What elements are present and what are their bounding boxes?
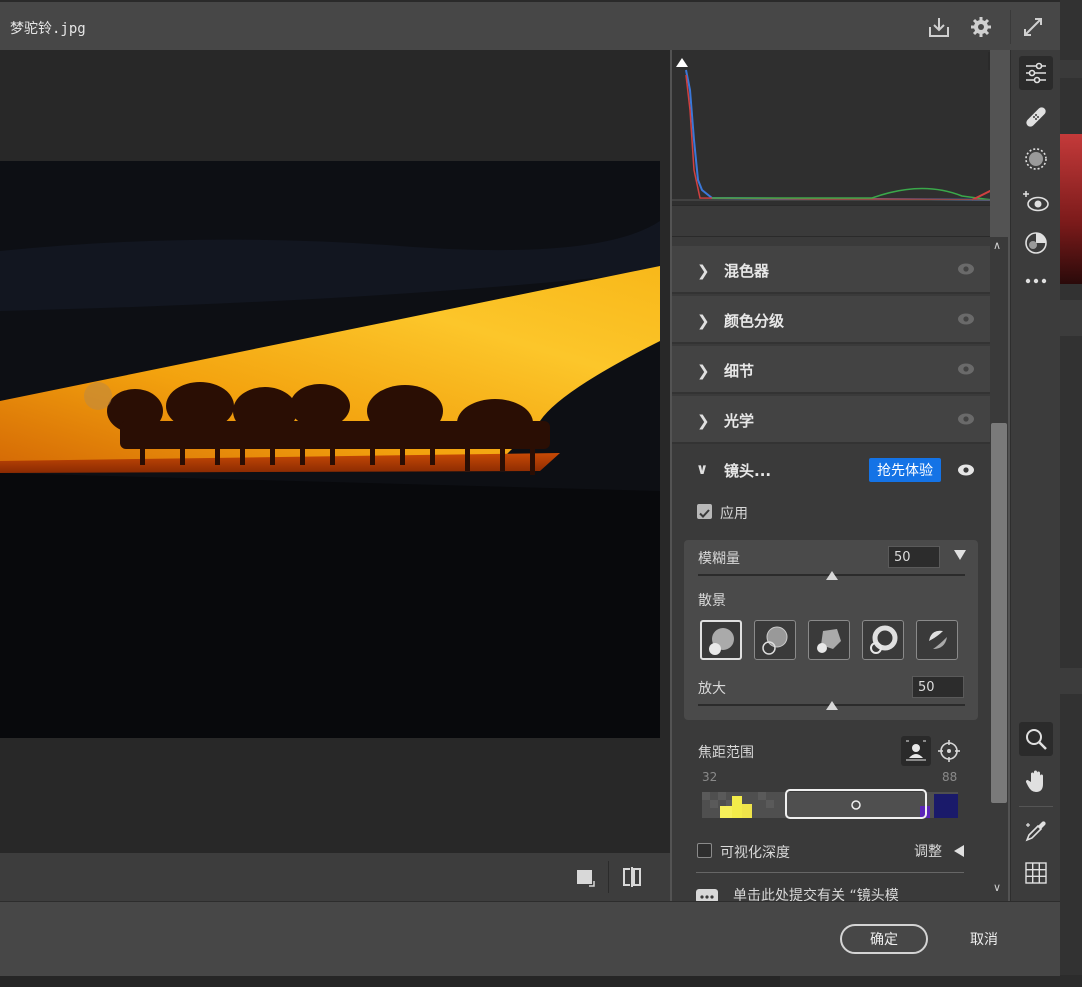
histogram xyxy=(672,50,990,205)
save-icon[interactable] xyxy=(926,14,952,40)
tools-separator xyxy=(1019,806,1053,807)
section-label: 光学 xyxy=(724,412,755,430)
section-detail[interactable]: ❯ 细节 xyxy=(672,346,990,394)
eye-icon[interactable] xyxy=(957,262,975,276)
eye-icon[interactable] xyxy=(957,362,975,376)
eye-icon[interactable] xyxy=(957,463,975,477)
depth-range-selector[interactable] xyxy=(785,789,927,819)
eyedropper-icon[interactable] xyxy=(1019,814,1053,848)
section-label: 颜色分级 xyxy=(724,312,785,330)
blur-amount-label: 模糊量 xyxy=(698,551,740,567)
panel-scrollbar[interactable]: ∧ ∨ xyxy=(990,237,1008,901)
edit-panel: ❯ 混色器 ❯ 颜色分级 ❯ 细节 ❯ 光学 ∨ 镜头... 抢先体验 应用 模… xyxy=(672,50,990,901)
background-panel-header-2 xyxy=(1060,668,1082,694)
cancel-button[interactable]: 取消 xyxy=(955,924,1013,954)
blur-amount-input[interactable]: 50 xyxy=(888,546,940,568)
chevron-right-icon: ❯ xyxy=(697,312,710,330)
edit-sliders-icon[interactable] xyxy=(1019,56,1053,90)
bokeh-label: 散景 xyxy=(698,593,726,609)
presets-icon[interactable] xyxy=(1019,226,1053,260)
blur-amount-slider-thumb[interactable] xyxy=(825,571,838,580)
chevron-right-icon: ❯ xyxy=(697,262,710,280)
adjust-triangle-icon[interactable] xyxy=(954,845,964,857)
feedback-link[interactable]: 单击此处提交有关 “镜头模 xyxy=(733,885,899,901)
target-focus-icon[interactable] xyxy=(936,738,962,764)
section-mixer[interactable]: ❯ 混色器 xyxy=(672,246,990,294)
view-mode-icon[interactable] xyxy=(574,865,598,889)
background-panel-tab xyxy=(1060,60,1082,78)
chevron-right-icon: ❯ xyxy=(697,362,710,380)
chevron-down-icon: ∨ xyxy=(696,460,709,478)
bokeh-cat-eye-button[interactable] xyxy=(916,620,958,660)
panel-divider xyxy=(696,872,964,873)
title-bar: 梦驼铃.jpg xyxy=(0,0,1060,50)
photo-preview xyxy=(0,161,660,738)
focus-range-label: 焦距范围 xyxy=(698,745,754,761)
eye-icon[interactable] xyxy=(957,312,975,326)
before-after-icon[interactable] xyxy=(620,865,644,889)
zoom-tool-icon[interactable] xyxy=(1019,722,1053,756)
bokeh-bubble-button[interactable] xyxy=(754,620,796,660)
early-access-badge: 抢先体验 xyxy=(869,458,941,482)
background-bottom-right xyxy=(780,975,1082,987)
subject-focus-icon[interactable] xyxy=(901,736,931,766)
camera-raw-dialog: 梦驼铃.jpg ❯ 混色器 ❯ 颜色分级 ❯ 细节 ❯ 光学 ∨ 镜头... 抢… xyxy=(0,0,1060,976)
chevron-right-icon: ❯ xyxy=(697,412,710,430)
gear-icon[interactable] xyxy=(968,14,994,40)
bokeh-circle-button[interactable] xyxy=(700,620,742,660)
apply-checkbox[interactable] xyxy=(697,504,712,519)
focus-max-value: 88 xyxy=(942,770,958,784)
visualize-depth-checkbox[interactable] xyxy=(697,843,712,858)
background-app-strip xyxy=(1060,0,1082,987)
feedback-icon[interactable] xyxy=(696,889,718,901)
section-color-grading[interactable]: ❯ 颜色分级 xyxy=(672,296,990,344)
scroll-thumb[interactable] xyxy=(991,423,1007,803)
window-title: 梦驼铃.jpg xyxy=(10,21,86,37)
red-eye-icon[interactable] xyxy=(1019,184,1053,218)
more-icon[interactable] xyxy=(1019,264,1053,298)
histogram-info-bar xyxy=(672,205,990,237)
zoom-input[interactable]: 50 xyxy=(912,676,964,698)
ok-button[interactable]: 确定 xyxy=(840,924,928,954)
background-panel-header xyxy=(1060,300,1082,336)
blur-settings-group: 模糊量 50 散景 放大 50 xyxy=(684,540,978,720)
scroll-up-icon[interactable]: ∧ xyxy=(993,239,1001,252)
hand-tool-icon[interactable] xyxy=(1019,764,1053,798)
visualize-depth-label: 可视化深度 xyxy=(720,845,790,861)
canvas-toolbar-separator xyxy=(608,861,609,893)
focus-min-value: 32 xyxy=(702,770,718,784)
scroll-down-icon[interactable]: ∨ xyxy=(993,881,1001,894)
titlebar-separator xyxy=(1010,10,1011,44)
zoom-slider-thumb[interactable] xyxy=(825,701,838,710)
bokeh-blade-button[interactable] xyxy=(808,620,850,660)
heal-bandage-icon[interactable] xyxy=(1019,100,1053,134)
dialog-footer: 确定 取消 xyxy=(0,901,1060,976)
section-label: 细节 xyxy=(724,362,755,380)
section-label: 混色器 xyxy=(724,262,770,280)
grid-icon[interactable] xyxy=(1019,856,1053,890)
adjust-label[interactable]: 调整 xyxy=(914,841,942,861)
tools-column xyxy=(1010,50,1060,901)
fullscreen-icon[interactable] xyxy=(1020,14,1046,40)
background-color-swatch xyxy=(1060,134,1082,284)
section-lens-header[interactable]: ∨ 镜头... xyxy=(672,448,990,492)
background-bottom-left xyxy=(0,975,780,987)
zoom-label: 放大 xyxy=(698,681,726,697)
section-label: 镜头... xyxy=(724,462,772,480)
section-optics[interactable]: ❯ 光学 xyxy=(672,396,990,444)
eye-icon[interactable] xyxy=(957,412,975,426)
apply-label: 应用 xyxy=(720,506,748,522)
blur-options-triangle-icon[interactable] xyxy=(954,550,966,560)
canvas-toolbar xyxy=(0,853,670,901)
image-canvas[interactable] xyxy=(0,50,670,853)
bokeh-ring-button[interactable] xyxy=(862,620,904,660)
mask-icon[interactable] xyxy=(1019,142,1053,176)
app-root: 梦驼铃.jpg ❯ 混色器 ❯ 颜色分级 ❯ 细节 ❯ 光学 ∨ 镜头... 抢… xyxy=(0,0,1082,987)
